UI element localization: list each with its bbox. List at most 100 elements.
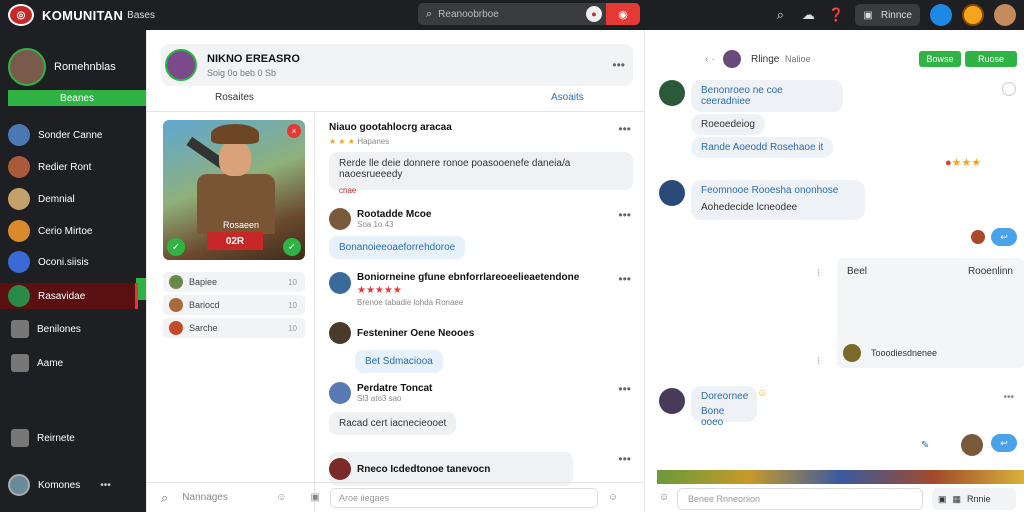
sidebar-item-8[interactable]: Reirnete [8,425,146,451]
emoji-icon[interactable]: ☺ [757,388,767,399]
sidebar-item-4[interactable]: Oconi.siisis [8,249,146,275]
reactions[interactable]: ●★★★ [945,156,981,169]
profile[interactable]: Romehnblas [8,48,116,86]
sidebar-item-7[interactable]: Aame [8,350,146,376]
more-icon[interactable]: ••• [612,58,625,72]
tabs: Rosaites Asoaits [147,92,645,112]
tab-0[interactable]: Rosaites [215,92,254,103]
check-icon[interactable]: ✓ [283,238,301,256]
group-avatar[interactable] [165,49,197,81]
attach-icon[interactable]: ▣ [311,492,320,503]
chat-input[interactable]: Benee Rnneonion [677,488,923,510]
avatar[interactable] [659,180,685,206]
avatar[interactable] [659,388,685,414]
main-content: NIKNO EREASRO Soig 0o beb 0 Sb ••• Rosai… [146,30,645,512]
avatar[interactable] [723,50,741,68]
avatar[interactable] [329,208,351,230]
message: Bone ooeo [701,406,725,428]
sidebar-item-0[interactable]: Sonder Canne [8,122,146,148]
post: Rneco Icdedtonoe tanevocn ••• [329,452,639,486]
avatar[interactable] [659,80,685,106]
list-item-count: 10 [288,277,297,287]
sidebar-item-3[interactable]: Cerio Mirtoe [8,218,146,244]
image-icon: ▣ [938,493,947,504]
user-avatar[interactable] [930,4,952,26]
message-group: Doreornee Bone ooeo [691,386,757,428]
voice-icon[interactable]: ● [586,6,602,22]
sidebar-item-5[interactable]: Rasavidae [0,283,138,309]
edit-icon[interactable]: ✎ [921,440,929,451]
reply-icon[interactable]: ↩ [991,434,1017,452]
avatar[interactable] [329,382,351,404]
rose-button[interactable]: Ruose [965,51,1017,67]
back-icon[interactable]: ‹ · [705,54,714,65]
reply-icon[interactable]: ↩ [991,228,1017,246]
search-icon[interactable]: ⌕ [161,490,168,506]
app-logo[interactable]: ◎ [8,4,34,26]
notifications-pill[interactable]: ▣ Rinnce [855,4,920,26]
star-icon: ★ ★ ★ [329,137,355,146]
more-icon[interactable]: ••• [618,382,631,396]
group-title: NIKNO EREASRO [207,52,300,65]
reply-input[interactable]: Aroe iiegaes [329,487,598,508]
search-button[interactable]: ◉ [606,3,640,25]
more-icon[interactable]: ••• [618,122,631,136]
search-icon[interactable]: ⌕ [771,7,789,23]
sidebar-item-1[interactable]: Redier Ront [8,154,146,180]
sidebar-item-6[interactable]: Benilones [8,316,146,342]
menu-icon[interactable]: ⁝ [817,356,820,367]
more-icon[interactable]: ••• [1003,392,1014,403]
tab-1[interactable]: Asoaits [551,92,584,103]
composer-input[interactable]: Nannages [182,492,262,503]
post-author[interactable]: Rneco Icdedtonoe tanevocn [357,464,490,475]
emoji-icon[interactable]: ☺ [659,492,669,503]
avatar[interactable] [329,322,351,344]
pill-label: Rinnce [880,9,912,21]
post-tag: cnae [339,186,357,195]
avatar[interactable] [329,458,351,480]
message: Rande Aoeodd Rosehaoe it [691,137,834,158]
post-author[interactable]: Festeniner Oene Neooes [357,328,474,339]
help-icon[interactable]: ❓ [827,7,845,23]
image-icon [11,354,29,372]
sidebar-item-9[interactable]: Komones ••• [8,472,146,498]
message: Roeoedeiog [691,114,765,135]
post-author[interactable]: Boniorneine gfune ebnforrlareoeelieaeten… [357,272,579,283]
bell-icon: ▣ [863,9,873,21]
search-bar[interactable]: ⌕ Reanoobrboe ● ◉ [418,3,640,25]
post-author[interactable]: Rootadde Mcoe [357,209,431,220]
list-item-label: Sarche [189,323,218,333]
chat-icon[interactable]: ☁ [799,7,817,23]
list-item[interactable]: Bapiee 10 [163,272,305,292]
emoji-icon[interactable]: ☺ [608,492,618,503]
profile-status-button[interactable]: Beanes [8,90,146,106]
avatar[interactable] [843,344,861,362]
list-item[interactable]: Sarche 10 [163,318,305,338]
more-icon[interactable]: ••• [618,272,631,286]
avatar[interactable] [971,230,985,244]
post-meta: Sl3 ato3 sao [357,394,402,403]
avatar[interactable] [961,434,983,456]
more-icon[interactable]: ••• [100,480,111,491]
browse-button[interactable]: Bowse [919,51,961,67]
more-icon[interactable]: ••• [618,208,631,222]
close-icon[interactable]: × [287,124,301,138]
menu-icon[interactable]: ⁝ [817,268,820,279]
more-icon[interactable]: ••• [618,452,631,466]
avatar[interactable] [329,272,351,294]
sidebar-item-label: Cerio Mirtoe [38,225,93,237]
list-item[interactable]: Bariocd 10 [163,295,305,315]
search-input[interactable]: Reanoobrboe [438,9,586,20]
send-button[interactable]: ▣ ▦ Rnnie [932,488,1016,510]
emoji-icon[interactable]: ☺ [276,492,286,503]
media-strip[interactable] [657,470,1024,484]
coins-icon[interactable] [962,4,984,26]
post-author[interactable]: Niauo gootahlocrg aracaa [329,122,639,133]
post: Rootadde Mcoe Soa 1o 43 Bonanoieeoaeforre… [329,208,639,259]
hero-card[interactable]: Rosaeen 02R ✓ ✓ × [163,120,305,260]
sidebar-item-2[interactable]: Demnial [8,186,146,212]
composer: ⌕ Nannages ☺ ▣ Aroe iiegaes ☺ [147,482,645,512]
check-icon[interactable]: ✓ [167,238,185,256]
post-author[interactable]: Perdatre Toncat [357,383,432,394]
profile-avatar[interactable] [994,4,1016,26]
